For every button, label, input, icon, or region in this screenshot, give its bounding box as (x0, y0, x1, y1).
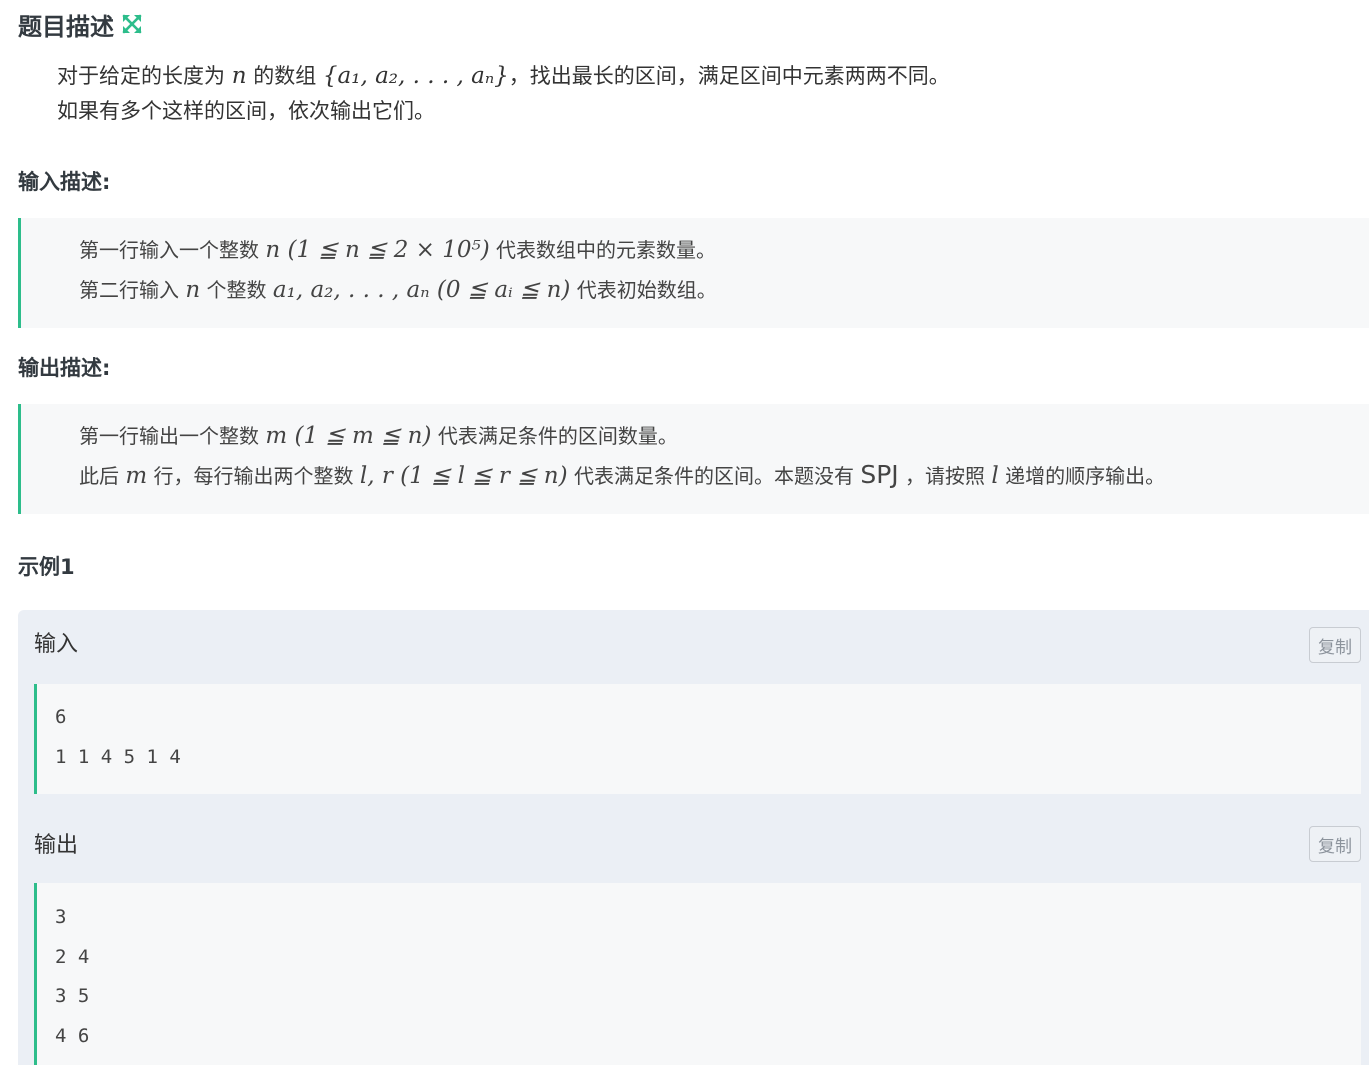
desc-text: 第一行输入一个整数 (79, 238, 266, 262)
math-constraint: m (1 ≦ m ≦ n) (265, 423, 432, 449)
math-array: {a₁, a₂, . . . , aₙ} (322, 63, 509, 89)
code-line: 6 (55, 706, 67, 728)
copy-input-button[interactable]: 复制 (1309, 627, 1361, 663)
desc-text: 行，每行输出两个整数 (147, 464, 360, 488)
output-desc-line-1: 第一行输出一个整数 m (1 ≦ m ≦ n) 代表满足条件的区间数量。 (79, 419, 678, 453)
desc-text: 代表满足条件的区间数量。 (431, 424, 678, 448)
math-constraint: l, r (1 ≦ l ≦ r ≦ n) (359, 463, 568, 489)
desc-text: ，找出最长的区间，满足区间中元素两两不同。 (508, 64, 950, 88)
example-title: 示例1 (18, 555, 75, 579)
example-input-code[interactable]: 6 1 1 4 5 1 4 (34, 684, 1361, 794)
desc-text: 的数组 (246, 64, 323, 88)
desc-text: ，请按照 (898, 464, 992, 488)
code-line: 4 6 (55, 1025, 90, 1047)
desc-text: 递增的顺序输出。 (998, 464, 1166, 488)
math-var-m: m (125, 463, 148, 489)
spj-text: SPJ (860, 460, 899, 489)
math-var-l: l (991, 463, 999, 489)
input-desc-line-1: 第一行输入一个整数 n (1 ≦ n ≦ 2 × 10⁵) 代表数组中的元素数量… (79, 233, 716, 267)
example-output-label: 输出 (34, 833, 79, 858)
desc-text: 代表满足条件的区间。本题没有 (567, 464, 861, 488)
copy-output-button[interactable]: 复制 (1309, 826, 1361, 862)
desc-text: 对于给定的长度为 (57, 64, 232, 88)
output-description-title: 输出描述: (18, 356, 111, 380)
problem-description-line-1: 对于给定的长度为 n 的数组 {a₁, a₂, . . . , aₙ}，找出最长… (57, 61, 950, 91)
problem-title-text: 题目描述 (18, 12, 114, 41)
math-constraint: a₁, a₂, . . . , aₙ (0 ≦ aᵢ ≦ n) (272, 277, 571, 303)
code-line: 3 5 (55, 985, 90, 1007)
desc-text: 个整数 (200, 278, 273, 302)
problem-page: 题目描述 对于给定的长度为 n 的数组 {a₁, a₂, . . . , aₙ}… (0, 0, 1369, 1065)
desc-text: 代表数组中的元素数量。 (489, 238, 717, 262)
math-constraint: n (1 ≦ n ≦ 2 × 10⁵) (265, 237, 490, 263)
desc-text: 第二行输入 (79, 278, 186, 302)
desc-text: 此后 (79, 464, 126, 488)
math-var-n: n (185, 277, 201, 303)
example-panel: 输入 复制 6 1 1 4 5 1 4 输出 复制 3 2 4 3 5 4 6 (18, 610, 1369, 1065)
input-description-box: 第一行输入一个整数 n (1 ≦ n ≦ 2 × 10⁵) 代表数组中的元素数量… (18, 218, 1369, 328)
code-line: 3 (55, 906, 67, 928)
example-input-label: 输入 (34, 632, 79, 657)
math-var-n: n (231, 63, 247, 89)
input-description-title: 输入描述: (18, 170, 111, 194)
desc-text: 代表初始数组。 (570, 278, 717, 302)
problem-description-line-2: 如果有多个这样的区间，依次输出它们。 (57, 99, 435, 123)
output-description-box: 第一行输出一个整数 m (1 ≦ m ≦ n) 代表满足条件的区间数量。 此后 … (18, 404, 1369, 514)
input-desc-line-2: 第二行输入 n 个整数 a₁, a₂, . . . , aₙ (0 ≦ aᵢ ≦… (79, 273, 717, 307)
code-line: 1 1 4 5 1 4 (55, 746, 181, 768)
example-output-code[interactable]: 3 2 4 3 5 4 6 (34, 883, 1361, 1065)
output-desc-line-2: 此后 m 行，每行输出两个整数 l, r (1 ≦ l ≦ r ≦ n) 代表满… (79, 458, 1165, 492)
desc-text: 第一行输出一个整数 (79, 424, 266, 448)
problem-title: 题目描述 (18, 8, 143, 41)
expand-arrows-icon[interactable] (121, 13, 143, 35)
code-line: 2 4 (55, 946, 90, 968)
